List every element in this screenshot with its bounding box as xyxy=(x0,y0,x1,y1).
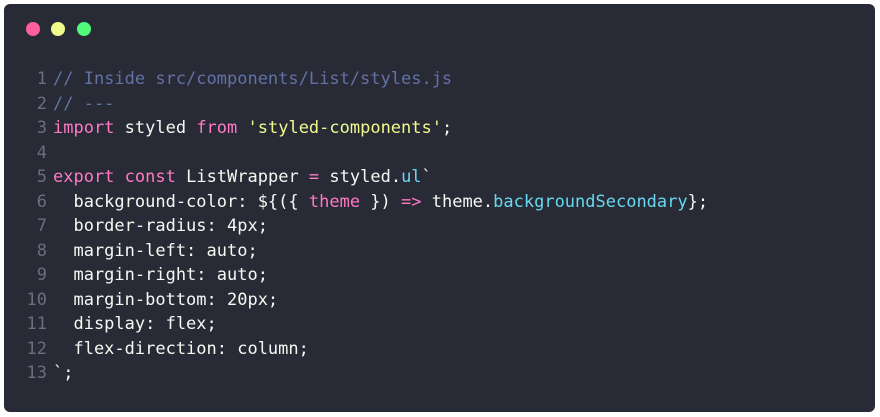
code-block: 1 // Inside src/components/List/styles.js… xyxy=(4,67,875,386)
line-number: 5 xyxy=(36,167,47,187)
code-line: 9 margin-right: auto; xyxy=(4,263,875,288)
code-window: 1 // Inside src/components/List/styles.js… xyxy=(4,4,875,412)
line-number: 4 xyxy=(36,142,47,163)
code-line: 3 import styled from 'styled-components'; xyxy=(4,116,875,141)
code-token: from xyxy=(196,118,238,138)
code-line: 2 // --- xyxy=(4,92,875,117)
code-text: display: flex; xyxy=(53,312,875,337)
code-text: margin-right: auto; xyxy=(53,263,875,288)
line-number: 9 xyxy=(36,265,47,285)
code-token: export xyxy=(53,167,115,187)
code-text: background-color: ${({ theme }) => theme… xyxy=(53,190,875,215)
line-number: 7 xyxy=(36,216,47,236)
code-line: 6 background-color: ${({ theme }) => the… xyxy=(4,190,875,215)
line-number: 1 xyxy=(36,69,47,89)
line-number: 8 xyxy=(36,240,47,261)
code-line: 12 flex-direction: column; xyxy=(4,337,875,362)
code-text: import styled from 'styled-components'; xyxy=(53,116,875,141)
code-token: margin-bottom: 20px; xyxy=(53,289,279,310)
code-token: const xyxy=(124,167,176,187)
code-line: 1 // Inside src/components/List/styles.js xyxy=(4,67,875,92)
code-token: // Inside src/components/List/styles.js xyxy=(53,69,453,89)
code-token: flex-direction: column; xyxy=(53,338,309,359)
code-token: backgroundSecondary xyxy=(493,191,688,212)
code-token: import xyxy=(53,118,115,138)
code-token: margin-right: auto; xyxy=(53,265,268,285)
code-line: 11 display: flex; xyxy=(4,312,875,337)
line-number: 10 xyxy=(26,289,47,310)
code-text: export const ListWrapper = styled.ul` xyxy=(53,165,875,190)
close-window-button[interactable] xyxy=(26,22,40,36)
code-line: 7 border-radius: 4px; xyxy=(4,214,875,239)
code-text: margin-bottom: 20px; xyxy=(53,288,875,313)
code-token: theme. xyxy=(421,191,494,212)
code-text: // --- xyxy=(53,92,875,117)
code-line: 8 margin-left: auto; xyxy=(4,239,875,264)
code-token: styled. xyxy=(319,167,402,187)
line-number: 2 xyxy=(36,93,47,114)
code-token: ul xyxy=(401,167,422,187)
code-text: border-radius: 4px; xyxy=(53,214,875,239)
code-line: 13 `; xyxy=(4,361,875,386)
window-titlebar xyxy=(4,4,875,52)
line-number: 12 xyxy=(26,338,47,359)
code-token: ListWrapper xyxy=(175,167,309,187)
code-token: 'styled-components' xyxy=(247,118,442,138)
code-line: 5 export const ListWrapper = styled.ul` xyxy=(4,165,875,190)
code-token: styled xyxy=(114,118,197,138)
code-token: = xyxy=(308,167,320,187)
code-text: `; xyxy=(53,361,875,386)
code-text: // Inside src/components/List/styles.js xyxy=(53,67,875,92)
code-token: `; xyxy=(53,363,74,383)
code-token: ; xyxy=(441,118,453,138)
code-token: margin-left: auto; xyxy=(53,240,258,261)
line-number: 6 xyxy=(36,191,47,212)
code-token: theme xyxy=(308,191,361,212)
code-text: flex-direction: column; xyxy=(53,337,875,362)
line-number: 11 xyxy=(26,314,47,334)
code-text: margin-left: auto; xyxy=(53,239,875,264)
code-token: }; xyxy=(687,191,709,212)
code-line: 10 margin-bottom: 20px; xyxy=(4,288,875,313)
code-token: }) xyxy=(360,191,402,212)
code-line: 4 xyxy=(4,141,875,166)
code-token: => xyxy=(401,191,422,212)
code-token: ` xyxy=(421,167,432,187)
minimize-window-button[interactable] xyxy=(51,22,65,36)
maximize-window-button[interactable] xyxy=(77,22,91,36)
code-token: border-radius: 4px; xyxy=(53,216,268,236)
line-number: 13 xyxy=(26,363,47,383)
line-number: 3 xyxy=(36,118,47,138)
code-token: // --- xyxy=(53,93,115,114)
code-token: display: flex; xyxy=(53,314,217,334)
code-token: background-color: ${({ xyxy=(53,191,309,212)
